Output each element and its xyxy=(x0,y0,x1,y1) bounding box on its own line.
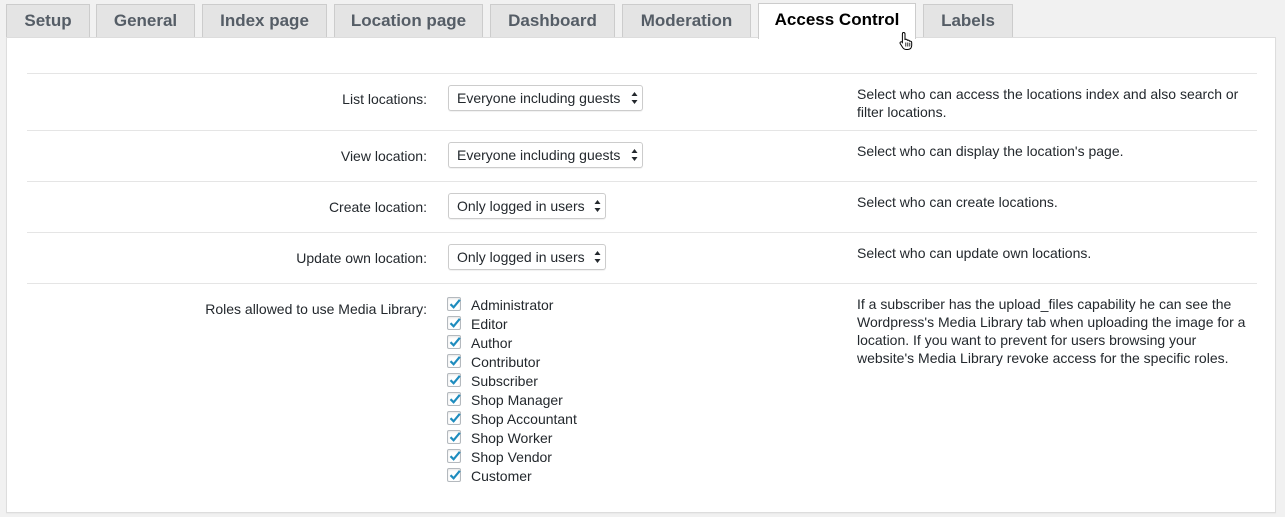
list-locations-value: Everyone including guests xyxy=(457,90,621,106)
updown-arrows-icon xyxy=(594,200,601,212)
role-shop-vendor-checkbox[interactable] xyxy=(447,449,461,463)
tab-labels[interactable]: Labels xyxy=(923,4,1013,37)
media-library-row: Roles allowed to use Media Library: Admi… xyxy=(27,283,1257,504)
update-own-location-row: Update own location: Only logged in user… xyxy=(27,232,1257,284)
tab-general[interactable]: General xyxy=(96,4,195,37)
checkmark-icon xyxy=(449,318,461,328)
role-shop-worker-checkbox[interactable] xyxy=(447,430,461,444)
role-customer-checkbox[interactable] xyxy=(447,468,461,482)
tab-setup[interactable]: Setup xyxy=(6,4,90,37)
updown-arrows-icon xyxy=(631,92,638,104)
role-shop-manager-label: Shop Manager xyxy=(471,392,563,408)
checkmark-icon xyxy=(449,337,461,347)
checkmark-icon xyxy=(449,356,461,366)
checkmark-icon xyxy=(449,299,461,309)
updown-arrows-icon xyxy=(631,149,638,161)
create-location-label: Create location: xyxy=(328,199,427,215)
settings-tabs: Setup General Index page Location page D… xyxy=(0,0,1285,39)
list-locations-label: List locations: xyxy=(342,91,427,107)
role-author-label: Author xyxy=(471,335,513,351)
update-own-location-label: Update own location: xyxy=(296,250,427,266)
role-customer-label: Customer xyxy=(471,468,532,484)
checkmark-icon xyxy=(449,470,461,480)
create-location-select[interactable]: Only logged in users xyxy=(448,193,606,219)
updown-arrows-icon xyxy=(594,251,601,263)
tab-index-page[interactable]: Index page xyxy=(202,4,327,37)
role-editor-checkbox[interactable] xyxy=(447,316,461,330)
update-own-location-description: Select who can update own locations. xyxy=(857,245,1092,261)
role-subscriber-checkbox[interactable] xyxy=(447,373,461,387)
list-locations-description: Select who can access the locations inde… xyxy=(857,86,1239,120)
checkmark-icon xyxy=(449,394,461,404)
role-administrator-checkbox[interactable] xyxy=(447,297,461,311)
checkmark-icon xyxy=(449,451,461,461)
list-locations-select[interactable]: Everyone including guests xyxy=(448,85,643,111)
create-location-row: Create location: Only logged in users Se… xyxy=(27,181,1257,233)
role-shop-vendor-label: Shop Vendor xyxy=(471,449,552,465)
update-own-location-select[interactable]: Only logged in users xyxy=(448,244,606,270)
checkmark-icon xyxy=(449,432,461,442)
role-shop-accountant-checkbox[interactable] xyxy=(447,411,461,425)
checkmark-icon xyxy=(449,375,461,385)
role-shop-worker-label: Shop Worker xyxy=(471,430,553,446)
update-own-location-value: Only logged in users xyxy=(457,249,585,265)
tab-moderation[interactable]: Moderation xyxy=(622,4,751,37)
role-editor-label: Editor xyxy=(471,316,508,332)
tab-access-control[interactable]: Access Control xyxy=(758,3,916,39)
view-location-value: Everyone including guests xyxy=(457,147,621,163)
role-contributor-checkbox[interactable] xyxy=(447,354,461,368)
view-location-label: View location: xyxy=(340,148,427,164)
view-location-select[interactable]: Everyone including guests xyxy=(448,142,643,168)
hand-pointer-icon xyxy=(899,31,913,50)
create-location-value: Only logged in users xyxy=(457,198,585,214)
access-control-panel: List locations: Everyone including guest… xyxy=(6,37,1276,513)
media-library-label: Roles allowed to use Media Library: xyxy=(205,301,427,317)
role-contributor-label: Contributor xyxy=(471,354,541,370)
role-subscriber-label: Subscriber xyxy=(471,373,538,389)
role-shop-manager-checkbox[interactable] xyxy=(447,392,461,406)
media-library-description: If a subscriber has the upload_files cap… xyxy=(857,296,1246,366)
role-administrator-label: Administrator xyxy=(471,297,554,313)
role-author-checkbox[interactable] xyxy=(447,335,461,349)
tab-dashboard[interactable]: Dashboard xyxy=(490,4,615,37)
view-location-description: Select who can display the location's pa… xyxy=(857,143,1124,159)
view-location-row: View location: Everyone including guests… xyxy=(27,130,1257,182)
role-shop-accountant-label: Shop Accountant xyxy=(471,411,577,427)
create-location-description: Select who can create locations. xyxy=(857,194,1058,210)
checkmark-icon xyxy=(449,413,461,423)
tab-location-page[interactable]: Location page xyxy=(334,4,483,37)
list-locations-row: List locations: Everyone including guest… xyxy=(27,73,1257,131)
